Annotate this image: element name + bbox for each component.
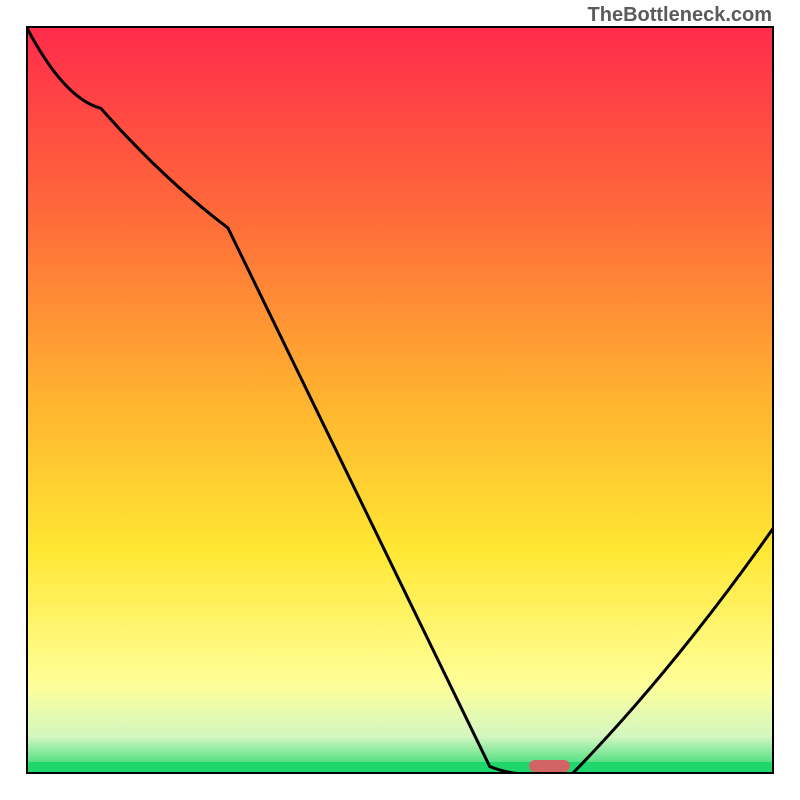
watermark-text: TheBottleneck.com [588, 4, 772, 27]
plot-area [26, 26, 774, 774]
plot-border [26, 26, 774, 774]
